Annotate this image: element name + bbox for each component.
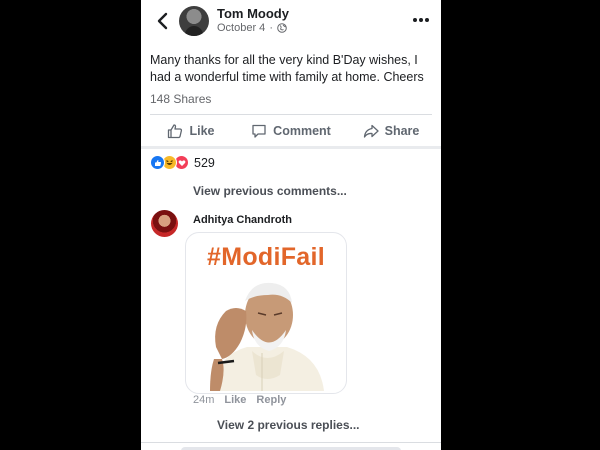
globe-icon [277,23,287,33]
post-actions: Like Comment Share [141,116,441,146]
comment-button[interactable]: Comment [241,116,341,146]
share-button[interactable]: Share [341,116,441,146]
share-label: Share [384,124,420,138]
share-icon [363,124,379,138]
commenter-avatar[interactable] [151,210,178,237]
comment-label: Comment [273,124,331,138]
image-hashtag-text: #ModiFail [207,243,325,271]
thumbs-up-icon [168,124,183,139]
like-button[interactable]: Like [141,116,241,146]
shares-count[interactable]: 148 Shares [150,92,211,106]
phone-screen: Tom Moody October 4 · Many thanks for al… [141,0,441,450]
author-name[interactable]: Tom Moody [217,6,289,21]
comment-reply-link[interactable]: Reply [256,394,286,406]
like-icon [150,155,165,170]
more-options-icon[interactable] [411,12,431,28]
post-header: Tom Moody October 4 · [141,0,441,44]
man-photo [192,275,342,391]
post-meta: October 4 · [217,22,287,34]
meta-separator: · [269,22,273,34]
reactions-summary[interactable]: 529 [150,155,215,170]
view-previous-comments-link[interactable]: View previous comments... [193,184,347,198]
author-avatar[interactable] [179,6,209,36]
comment-meta: 24m Like Reply [193,394,286,406]
post-date[interactable]: October 4 [217,22,265,34]
post-text: Many thanks for all the very kind B'Day … [150,53,424,84]
comment-icon [252,124,266,138]
like-label: Like [189,124,215,138]
comment-image[interactable]: #ModiFail [185,232,347,394]
reaction-count: 529 [194,155,215,170]
section-divider [141,146,441,149]
divider [150,114,432,115]
divider [141,442,441,443]
comment-like-link[interactable]: Like [224,394,246,406]
commenter-name[interactable]: Adhitya Chandroth [193,214,292,226]
comment-time: 24m [193,394,215,406]
view-previous-replies-link[interactable]: View 2 previous replies... [217,418,360,432]
back-arrow-icon[interactable] [153,11,173,31]
